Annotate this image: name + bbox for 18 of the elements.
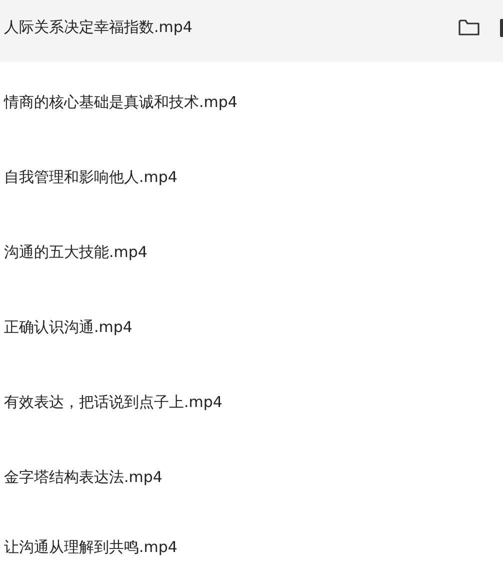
file-name[interactable]: 有效表达，把话说到点子上.mp4 <box>4 391 222 414</box>
file-name[interactable]: 自我管理和影响他人.mp4 <box>4 166 178 189</box>
file-row[interactable]: 正确认识沟通.mp4 <box>0 290 503 365</box>
file-name[interactable]: 沟通的五大技能.mp4 <box>4 241 148 264</box>
file-row[interactable]: 让沟通从理解到共鸣.mp4 <box>0 515 503 560</box>
file-row[interactable]: 沟通的五大技能.mp4 <box>0 215 503 290</box>
folder-icon[interactable] <box>458 18 480 36</box>
file-row[interactable]: 金字塔结构表达法.mp4 <box>0 440 503 515</box>
file-row[interactable]: 人际关系决定幸福指数.mp4 <box>0 0 503 62</box>
file-name[interactable]: 金字塔结构表达法.mp4 <box>4 466 162 489</box>
file-name[interactable]: 人际关系决定幸福指数.mp4 <box>4 16 192 39</box>
file-name[interactable]: 情商的核心基础是真诚和技术.mp4 <box>4 91 238 114</box>
file-name[interactable]: 让沟通从理解到共鸣.mp4 <box>4 536 178 558</box>
action-icon[interactable] <box>500 18 503 36</box>
file-name[interactable]: 正确认识沟通.mp4 <box>4 316 132 339</box>
file-row[interactable]: 自我管理和影响他人.mp4 <box>0 140 503 215</box>
file-row[interactable]: 情商的核心基础是真诚和技术.mp4 <box>0 65 503 140</box>
file-row[interactable]: 有效表达，把话说到点子上.mp4 <box>0 365 503 440</box>
